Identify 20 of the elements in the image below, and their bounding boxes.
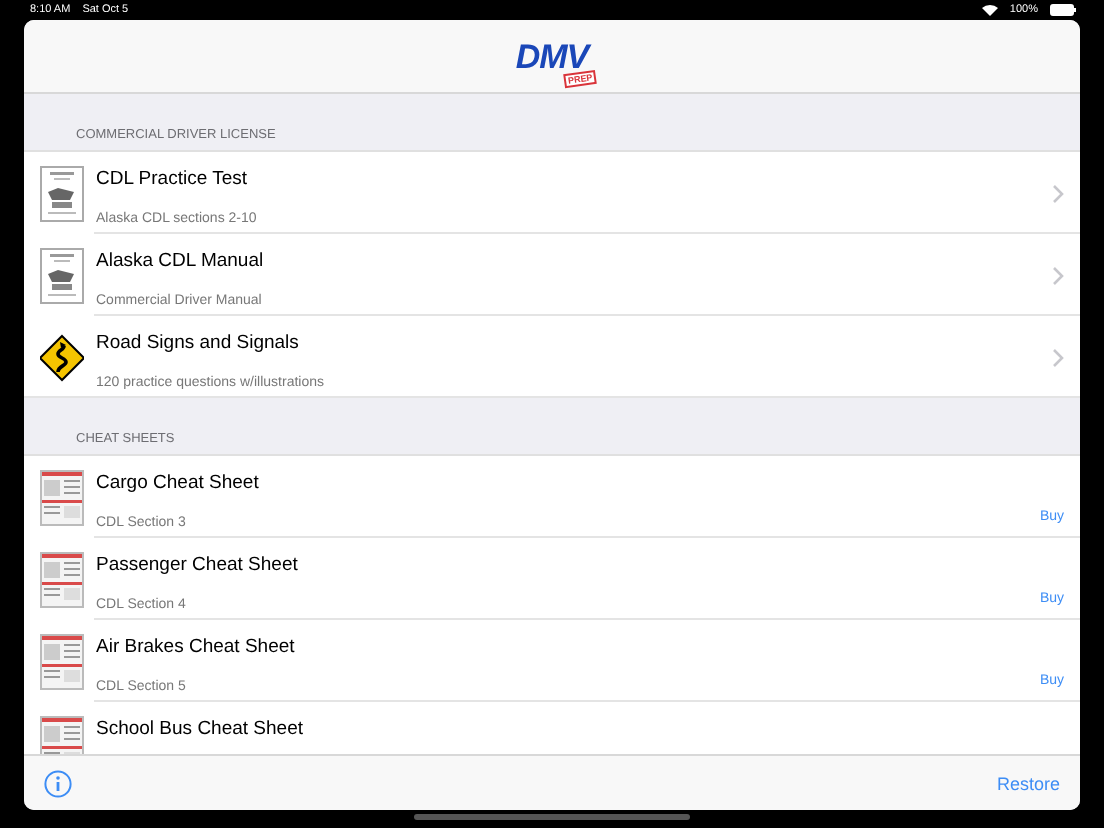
chevron-right-icon: [1052, 265, 1064, 285]
info-icon[interactable]: [44, 769, 72, 797]
cheat-sheet-thumbnail-icon: [40, 469, 84, 525]
app-logo: DMV: [515, 39, 589, 73]
row-title: Cargo Cheat Sheet: [96, 472, 261, 494]
row-title: Air Brakes Cheat Sheet: [96, 636, 297, 658]
row-title: Passenger Cheat Sheet: [96, 554, 300, 576]
row-title: School Bus Cheat Sheet: [96, 718, 306, 740]
battery-icon: [1050, 4, 1076, 16]
chevron-right-icon: [1052, 183, 1064, 203]
row-title: Alaska CDL Manual: [96, 250, 266, 272]
cheat-sheet-thumbnail-icon: [40, 551, 84, 607]
cheat-sheet-thumbnail-icon: [40, 633, 84, 689]
row-title: CDL Practice Test: [96, 168, 249, 190]
chevron-right-icon: [1052, 347, 1064, 367]
manual-cover-icon: [40, 247, 84, 303]
winding-road-sign-icon: [40, 329, 84, 385]
manual-cover-icon: [40, 165, 84, 221]
wifi-icon: [981, 4, 998, 16]
row-title: Road Signs and Signals: [96, 332, 301, 354]
